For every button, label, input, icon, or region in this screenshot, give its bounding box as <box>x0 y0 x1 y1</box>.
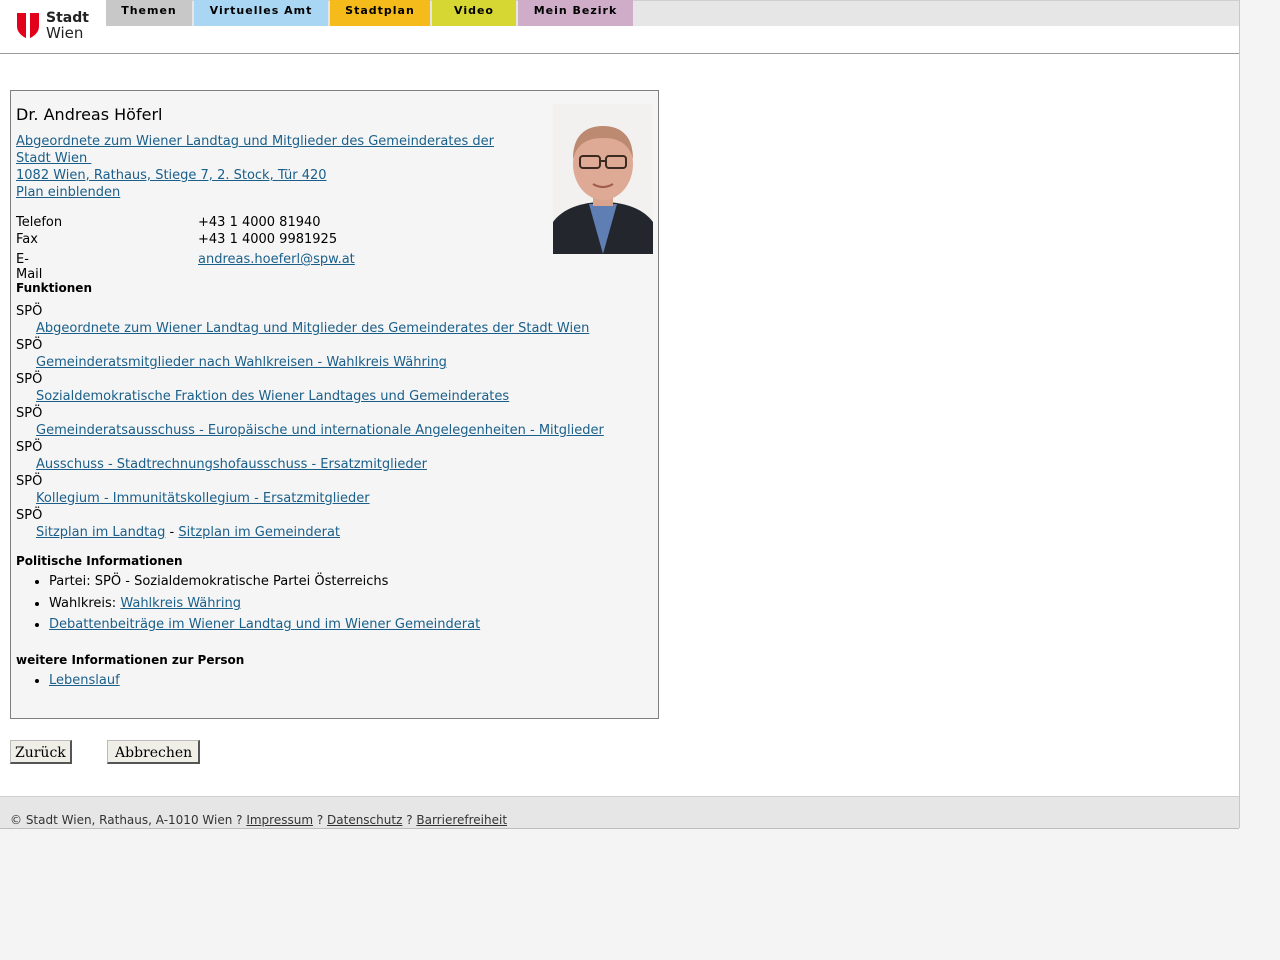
impressum-link[interactable]: Impressum <box>246 813 313 827</box>
list-item: Partei: SPÖ - Sozialdemokratische Partei… <box>49 572 480 593</box>
wien-shield-icon <box>17 13 39 39</box>
page: Stadt Wien Themen Virtuelles Amt Stadtpl… <box>0 0 1240 829</box>
back-button[interactable]: Zurück <box>10 740 72 764</box>
address-link[interactable]: 1082 Wien, Rathaus, Stiege 7, 2. Stock, … <box>16 167 494 184</box>
nav-tab-mein-bezirk[interactable]: Mein Bezirk <box>518 0 633 26</box>
list-item: SPÖ Gemeinderatsausschuss - Europäische … <box>16 406 636 440</box>
functions-heading: Funktionen <box>16 281 92 295</box>
further-info-heading: weitere Informationen zur Person <box>16 653 245 667</box>
nav-tab-virtuelles-amt[interactable]: Virtuelles Amt <box>194 0 328 26</box>
site-footer: © Stadt Wien, Rathaus, A-1010 Wien ? Imp… <box>0 796 1239 829</box>
function-party: SPÖ <box>16 372 43 387</box>
functions-list: SPÖ Abgeordnete zum Wiener Landtag und M… <box>16 304 636 542</box>
footer-text: © Stadt Wien, Rathaus, A-1010 Wien ? Imp… <box>10 813 507 827</box>
seating-links: Sitzplan im Landtag - Sitzplan im Gemein… <box>36 525 340 540</box>
function-link[interactable]: Abgeordnete zum Wiener Landtag und Mitgl… <box>36 321 589 336</box>
nav-tab-video[interactable]: Video <box>432 0 516 26</box>
nav-tab-stadtplan[interactable]: Stadtplan <box>330 0 430 26</box>
fax-value: +43 1 4000 9981925 <box>198 232 338 247</box>
debatten-link[interactable]: Debattenbeiträge im Wiener Landtag und i… <box>49 617 480 632</box>
list-item: SPÖ Kollegium - Immunitätskollegium - Er… <box>16 474 636 508</box>
function-party: SPÖ <box>16 508 43 523</box>
person-photo <box>553 104 653 254</box>
email-link[interactable]: andreas.hoeferl@spw.at <box>198 252 355 267</box>
function-party: SPÖ <box>16 406 43 421</box>
role-link-line1: Abgeordnete zum Wiener Landtag und Mitgl… <box>16 134 494 149</box>
copyright-text: © Stadt Wien, Rathaus, A-1010 Wien <box>10 813 233 827</box>
lebenslauf-link[interactable]: Lebenslauf <box>49 673 120 688</box>
function-party: SPÖ <box>16 474 43 489</box>
list-item: Debattenbeiträge im Wiener Landtag und i… <box>49 615 480 636</box>
list-item: SPÖ Sozialdemokratische Fraktion des Wie… <box>16 372 636 406</box>
address-block: Abgeordnete zum Wiener Landtag und Mitgl… <box>16 133 494 201</box>
political-info-heading: Politische Informationen <box>16 554 183 568</box>
function-link[interactable]: Gemeinderatsmitglieder nach Wahlkreisen … <box>36 355 447 370</box>
list-item: Lebenslauf <box>49 671 120 692</box>
role-link[interactable]: Abgeordnete zum Wiener Landtag und Mitgl… <box>16 133 494 167</box>
footer-separator: ? <box>313 813 328 827</box>
phone-value: +43 1 4000 81940 <box>198 215 321 230</box>
site-header: Stadt Wien Themen Virtuelles Amt Stadtpl… <box>0 0 1239 54</box>
person-name: Dr. Andreas Höferl <box>16 105 163 124</box>
nav-tab-themen[interactable]: Themen <box>106 0 192 26</box>
list-item: SPÖ Sitzplan im Landtag - Sitzplan im Ge… <box>16 508 636 542</box>
list-item: SPÖ Ausschuss - Stadtrechnungshofausschu… <box>16 440 636 474</box>
function-link[interactable]: Gemeinderatsausschuss - Europäische und … <box>36 423 604 438</box>
function-link[interactable]: Ausschuss - Stadtrechnungshofausschuss -… <box>36 457 427 472</box>
further-info-list: Lebenslauf <box>16 671 120 692</box>
function-link[interactable]: Sozialdemokratische Fraktion des Wiener … <box>36 389 509 404</box>
function-party: SPÖ <box>16 304 43 319</box>
logo-line2: Wien <box>46 24 84 42</box>
list-item: Wahlkreis: Wahlkreis Währing <box>49 594 480 615</box>
person-details-box: Dr. Andreas Höferl Abgeordnete zum Wiene… <box>10 90 659 719</box>
list-item: SPÖ Abgeordnete zum Wiener Landtag und M… <box>16 304 636 338</box>
wahlkreis-link[interactable]: Wahlkreis Währing <box>120 596 241 611</box>
email-label: E-Mail <box>16 252 43 282</box>
footer-separator: ? <box>402 813 417 827</box>
list-item: SPÖ Gemeinderatsmitglieder nach Wahlkrei… <box>16 338 636 372</box>
function-link[interactable]: Kollegium - Immunitätskollegium - Ersatz… <box>36 491 370 506</box>
barrierefreiheit-link[interactable]: Barrierefreiheit <box>416 813 507 827</box>
footer-separator: ? <box>232 813 247 827</box>
role-link-line2: Stadt Wien <box>16 151 92 166</box>
plan-link[interactable]: Plan einblenden <box>16 184 494 201</box>
wahlkreis-label: Wahlkreis: <box>49 596 121 611</box>
seating-plan-gemeinderat-link[interactable]: Sitzplan im Gemeinderat <box>178 525 340 540</box>
seating-plan-landtag-link[interactable]: Sitzplan im Landtag <box>36 525 165 540</box>
function-party: SPÖ <box>16 440 43 455</box>
party-text: Partei: SPÖ - Sozialdemokratische Partei… <box>49 574 389 589</box>
cancel-button[interactable]: Abbrechen <box>107 740 201 764</box>
phone-label: Telefon <box>16 215 63 230</box>
datenschutz-link[interactable]: Datenschutz <box>327 813 402 827</box>
stadt-wien-logo[interactable]: Stadt Wien <box>16 10 89 42</box>
logo-text: Stadt Wien <box>46 11 89 41</box>
fax-label: Fax <box>16 232 38 247</box>
main-nav: Themen Virtuelles Amt Stadtplan Video Me… <box>106 0 635 26</box>
political-info-list: Partei: SPÖ - Sozialdemokratische Partei… <box>16 572 480 636</box>
function-party: SPÖ <box>16 338 43 353</box>
seating-separator: - <box>165 525 179 540</box>
